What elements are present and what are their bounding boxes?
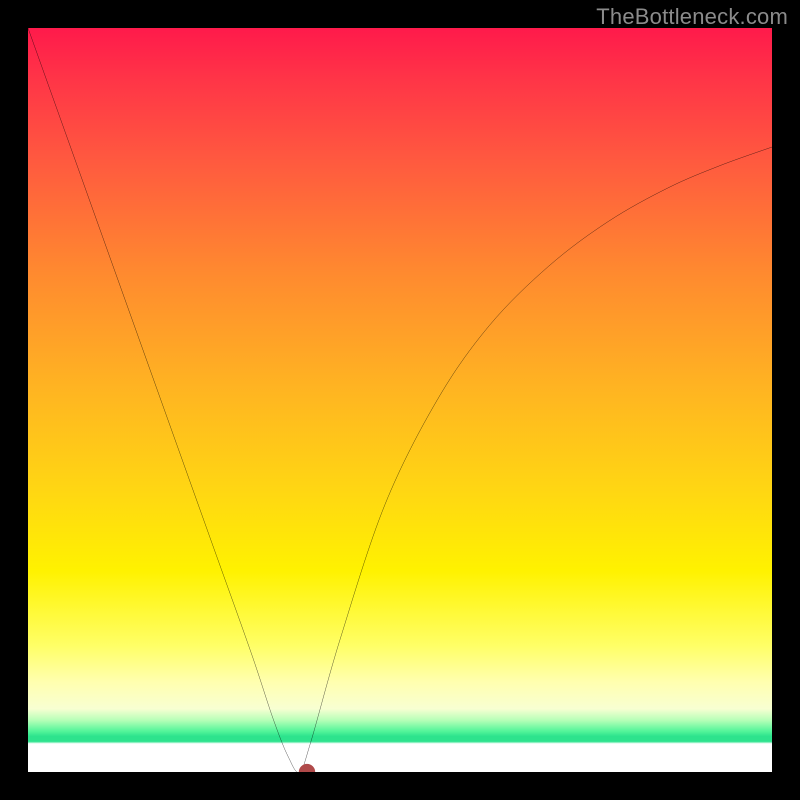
curve-svg — [28, 28, 772, 772]
watermark-text: TheBottleneck.com — [596, 4, 788, 30]
plot-area — [28, 28, 772, 772]
optimum-marker — [299, 764, 315, 772]
chart-stage: TheBottleneck.com — [0, 0, 800, 800]
bottleneck-curve — [28, 28, 772, 772]
